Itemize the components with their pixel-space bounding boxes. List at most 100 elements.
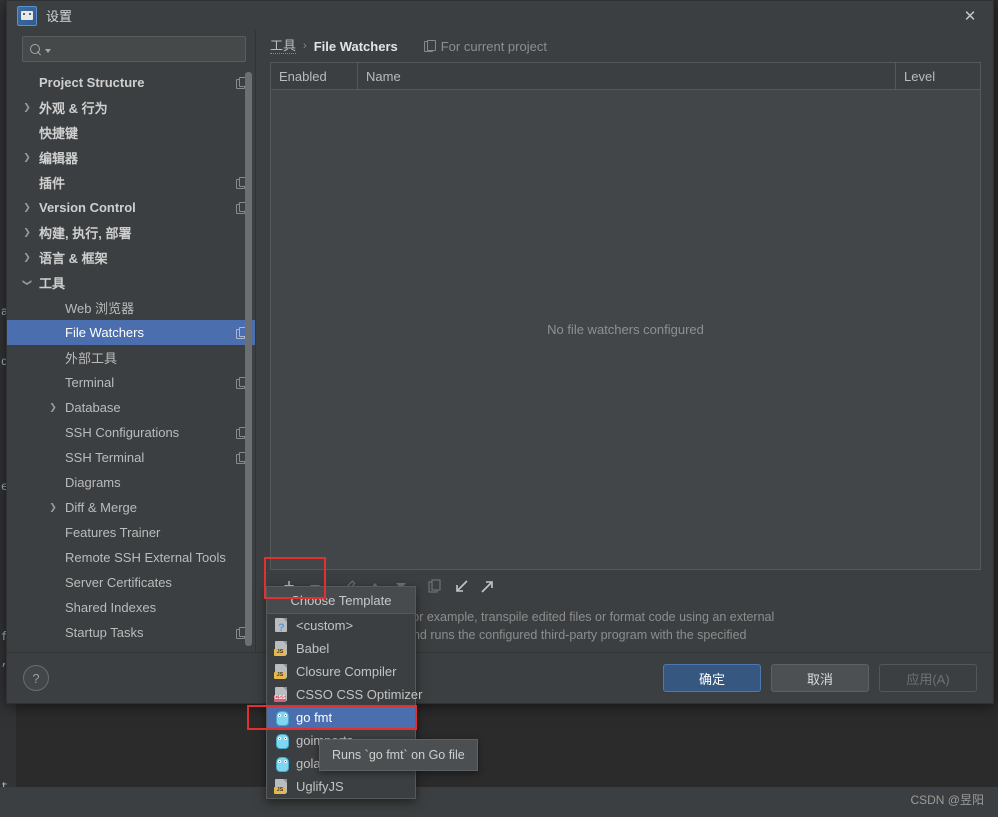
popup-item-csso-css-optimizer[interactable]: CSS CSSO CSS Optimizer <box>267 683 422 706</box>
settings-tree-list[interactable]: Project Structure ❯ 外观 & 行为 快捷键 ❯ 编辑器插件 ❯ Versi… <box>7 70 255 652</box>
arrow-up-right-icon <box>480 580 493 593</box>
sidebar-item-label: SSH Terminal <box>65 450 145 465</box>
apply-button[interactable]: 应用(A) <box>879 664 977 692</box>
search-input[interactable] <box>51 42 239 56</box>
sidebar-item-label: Web 浏览器 <box>65 301 135 316</box>
sidebar-item-[interactable]: ❯ 语言 & 框架 <box>7 245 255 270</box>
sidebar-scrollbar[interactable] <box>245 72 252 646</box>
search-box[interactable] <box>22 36 246 62</box>
cancel-button[interactable]: 取消 <box>771 664 869 692</box>
export-button[interactable] <box>474 573 500 599</box>
sidebar-item-label: Database <box>65 400 121 415</box>
sidebar-item-remote-ssh-external-tools[interactable]: Remote SSH External Tools <box>7 545 255 570</box>
js-file-icon: JS <box>274 641 289 656</box>
sidebar-item-database[interactable]: ❯ Database <box>7 395 255 420</box>
sidebar-item-web[interactable]: Web 浏览器 <box>7 295 255 320</box>
settings-dialog: 设置 ✕ Project Structure ❯ 外观 & 行为 快捷键 ❯ 编辑器插件 ❯… <box>6 0 994 704</box>
page-title: File Watchers <box>313 38 398 54</box>
screen-root: a d e f , t 设置 ✕ <box>0 0 998 817</box>
popup-item-go-fmt[interactable]: go fmt <box>267 706 415 729</box>
copy-scope-icon <box>423 40 436 52</box>
settings-tree: Project Structure ❯ 外观 & 行为 快捷键 ❯ 编辑器插件 ❯ Versi… <box>7 70 255 652</box>
sidebar-item-label: SSH Configurations <box>65 425 180 440</box>
table-header-row: Enabled Name Level <box>271 63 980 90</box>
chevron-right-icon[interactable]: ❯ <box>21 202 33 213</box>
sidebar-item-server-certificates[interactable]: Server Certificates <box>7 570 255 595</box>
help-icon[interactable]: ? <box>23 665 49 691</box>
watermark: CSDN @昱阳 <box>910 793 984 807</box>
sidebar-item-startup-tasks[interactable]: Startup Tasks <box>7 620 255 645</box>
scope-indicator[interactable]: For current project <box>423 39 547 54</box>
close-icon[interactable]: ✕ <box>947 1 993 30</box>
sidebar-item-label: 插件 <box>39 176 66 191</box>
column-header-enabled[interactable]: Enabled <box>271 63 358 89</box>
sidebar-item-label: 语言 & 框架 <box>39 251 108 266</box>
popup-item-uglifyjs[interactable]: JS UglifyJS <box>267 775 415 798</box>
popup-item-label: UglifyJS <box>296 779 344 794</box>
popup-item-custom[interactable]: ? <custom> <box>267 614 415 637</box>
go-gopher-icon <box>274 733 289 749</box>
sidebar-item-ssh-configurations[interactable]: SSH Configurations <box>7 420 255 445</box>
sidebar-item-[interactable]: ❯ 编辑器 <box>7 145 255 170</box>
sidebar-item-terminal[interactable]: Terminal <box>7 370 255 395</box>
sidebar-item-shared-indexes[interactable]: Shared Indexes <box>7 595 255 620</box>
sidebar-scrollbar-thumb[interactable] <box>245 72 252 646</box>
search-wrapper <box>7 30 255 70</box>
dialog-footer: ? 确定 取消 应用(A) <box>7 652 993 703</box>
sidebar-item-[interactable]: 插件 <box>7 170 255 195</box>
popup-item-label: CSSO CSS Optimizer <box>296 687 423 702</box>
editor-status-bar <box>0 787 998 817</box>
sidebar-item-label: Project Structure <box>39 75 145 90</box>
sidebar-item-features-trainer[interactable]: Features Trainer <box>7 520 255 545</box>
sidebar-item-project-structure[interactable]: Project Structure <box>7 70 255 95</box>
js-file-icon: JS <box>274 779 289 794</box>
sidebar-item-label: 构建, 执行, 部署 <box>39 226 132 241</box>
chevron-right-icon[interactable]: ❯ <box>21 152 33 163</box>
sidebar-item-[interactable]: 快捷键 <box>7 120 255 145</box>
sidebar-item-label: Diagrams <box>65 475 121 490</box>
copy-icon <box>428 579 441 593</box>
dialog-titlebar: 设置 ✕ <box>7 1 993 30</box>
chevron-down-icon[interactable]: ❯ <box>22 277 33 289</box>
sidebar-item-label: Shared Indexes <box>65 600 157 615</box>
sidebar-item-label: Diff & Merge <box>65 500 138 515</box>
chevron-right-icon[interactable]: ❯ <box>21 102 33 113</box>
sidebar-item-[interactable]: ❯ 外观 & 行为 <box>7 95 255 120</box>
css-file-icon: CSS <box>274 687 289 702</box>
column-header-name[interactable]: Name <box>358 63 896 89</box>
chevron-right-icon[interactable]: ❯ <box>21 252 33 263</box>
sidebar-item-[interactable]: 外部工具 <box>7 345 255 370</box>
sidebar-item-[interactable]: ❯ 工具 <box>7 270 255 295</box>
import-button[interactable] <box>448 573 474 599</box>
sidebar-item-version-control[interactable]: ❯ Version Control <box>7 195 255 220</box>
chevron-right-icon[interactable]: ❯ <box>47 402 59 413</box>
breadcrumb-root[interactable]: 工具 <box>270 38 297 54</box>
popup-item-label: <custom> <box>296 618 354 633</box>
sidebar-item-label: 工具 <box>39 276 66 291</box>
go-logo-icon <box>17 5 37 26</box>
sidebar-item-label: File Watchers <box>65 325 144 340</box>
column-header-level[interactable]: Level <box>896 63 980 89</box>
go-gopher-icon <box>274 756 289 772</box>
sidebar-item-ssh-terminal[interactable]: SSH Terminal <box>7 445 255 470</box>
copy-button[interactable] <box>422 573 448 599</box>
sidebar-item-label: 编辑器 <box>39 151 79 166</box>
breadcrumb: 工具 › File Watchers For current project <box>270 30 981 62</box>
popup-item-babel[interactable]: JS Babel <box>267 637 415 660</box>
sidebar-item-label: Server Certificates <box>65 575 172 590</box>
sidebar-item-label: Terminal <box>65 375 115 390</box>
sidebar-item-diagrams[interactable]: Diagrams <box>7 470 255 495</box>
chevron-right-icon[interactable]: ❯ <box>47 502 59 513</box>
sidebar-item-diff-merge[interactable]: ❯ Diff & Merge <box>7 495 255 520</box>
js-file-icon: JS <box>274 664 289 679</box>
file-watchers-table: Enabled Name Level No file watchers conf… <box>270 62 981 570</box>
main-panel: 工具 › File Watchers For current project E… <box>256 30 993 652</box>
sidebar-item-[interactable]: ❯ 构建, 执行, 部署 <box>7 220 255 245</box>
ok-button[interactable]: 确定 <box>663 664 761 692</box>
chevron-right-icon[interactable]: ❯ <box>21 227 33 238</box>
dialog-title: 设置 <box>46 9 73 24</box>
popup-item-closure-compiler[interactable]: JS Closure Compiler <box>267 660 415 683</box>
settings-sidebar: Project Structure ❯ 外观 & 行为 快捷键 ❯ 编辑器插件 ❯ Versi… <box>7 30 256 652</box>
sidebar-item-file-watchers[interactable]: File Watchers <box>7 320 255 345</box>
popup-title: Choose Template <box>267 587 415 614</box>
